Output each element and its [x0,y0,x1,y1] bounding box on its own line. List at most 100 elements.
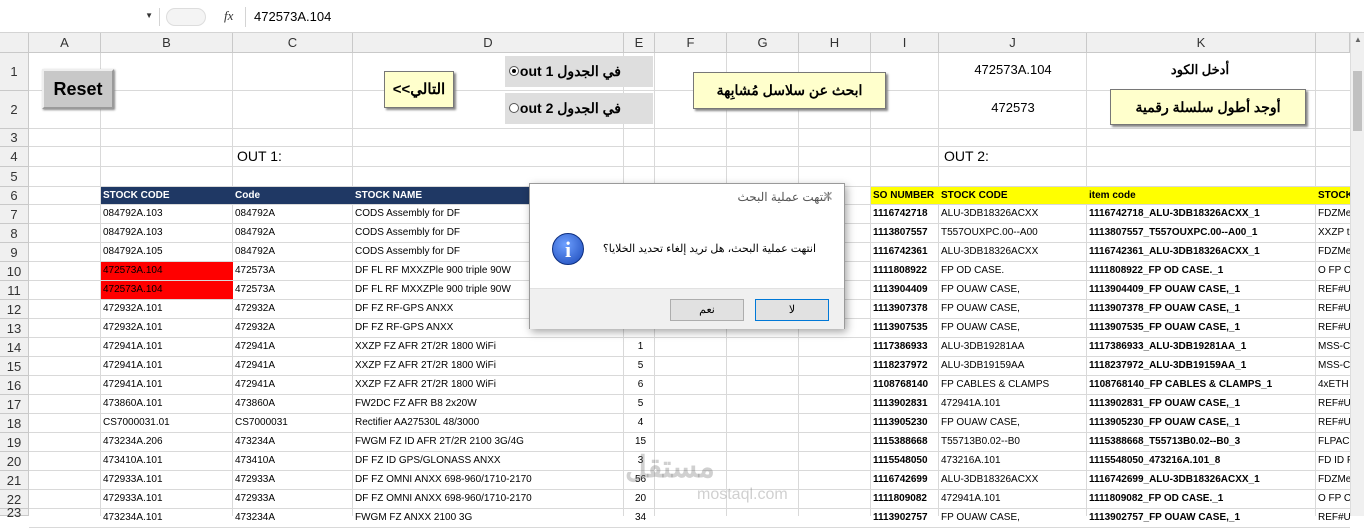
out2-cell[interactable]: 1111808922 [871,262,939,280]
scroll-thumb[interactable] [1353,71,1362,131]
out2-header-cell[interactable]: SO NUMBER [871,187,939,204]
out1-cell[interactable]: 472932A.101 [101,300,233,318]
out1-cell[interactable]: DF FZ ID GPS/GLONASS ANXX [353,452,624,470]
column-header-j[interactable]: J [939,33,1087,53]
out2-cell[interactable]: 1116742699 [871,471,939,489]
name-box[interactable]: ▼ [0,8,160,26]
out1-cell[interactable]: 472573A.104 [101,281,233,299]
out2-cell[interactable]: 1113902757_FP OUAW CASE,_1 [1087,509,1316,527]
out1-cell[interactable]: 473860A.101 [101,395,233,413]
row-header-18[interactable]: 18 [0,414,29,433]
row-header-12[interactable]: 12 [0,300,29,319]
out2-cell[interactable]: 1116742699_ALU-3DB18326ACXX_1 [1087,471,1316,489]
row-header-6[interactable]: 6 [0,187,29,205]
out2-cell[interactable]: ALU-3DB18326ACXX [939,243,1087,261]
out2-cell[interactable]: ALU-3DB18326ACXX [939,471,1087,489]
out1-cell[interactable]: 472933A.101 [101,490,233,508]
out1-cell[interactable]: 6 [624,376,655,394]
out1-cell[interactable]: 084792A.103 [101,205,233,223]
out2-cell[interactable]: FDZMe [1316,243,1350,261]
yes-button[interactable]: نعم [670,299,744,321]
reset-button[interactable]: Reset [42,69,114,109]
out1-cell[interactable]: DF FZ OMNI ANXX 698-960/1710-2170 [353,471,624,489]
out1-cell[interactable]: 15 [624,433,655,451]
out2-cell[interactable]: T55713B0.02--B0 [939,433,1087,451]
out2-cell[interactable]: FLPAC [1316,433,1350,451]
out2-cell[interactable]: 1116742361 [871,243,939,261]
out2-cell[interactable]: 1115388668 [871,433,939,451]
out2-cell[interactable]: O FP C [1316,262,1350,280]
out2-cell[interactable]: MSS-C [1316,357,1350,375]
row-header-4[interactable]: 4 [0,147,29,167]
column-header-k[interactable]: K [1087,33,1316,53]
out1-cell[interactable]: 4 [624,414,655,432]
out1-cell[interactable]: 472933A [233,471,353,489]
out1-cell[interactable]: 472932A [233,300,353,318]
out2-cell[interactable]: 1108768140 [871,376,939,394]
out1-cell[interactable]: 472941A.101 [101,338,233,356]
out2-cell[interactable]: 1113907378_FP OUAW CASE,_1 [1087,300,1316,318]
out2-cell[interactable]: 1113904409_FP OUAW CASE,_1 [1087,281,1316,299]
row-header-3[interactable]: 3 [0,129,29,147]
out1-cell[interactable]: 472941A.101 [101,376,233,394]
out2-cell[interactable]: REF#U [1316,509,1350,527]
out2-cell[interactable]: O FP C [1316,490,1350,508]
column-header-b[interactable]: B [101,33,233,53]
out2-cell[interactable]: 472941A.101 [939,490,1087,508]
out2-cell[interactable]: 1113907535 [871,319,939,337]
out2-cell[interactable]: FP OUAW CASE, [939,509,1087,527]
out2-cell[interactable]: REF#U [1316,281,1350,299]
row-header-15[interactable]: 15 [0,357,29,376]
row-header-9[interactable]: 9 [0,243,29,262]
out1-cell[interactable]: 472933A.101 [101,471,233,489]
row-header-13[interactable]: 13 [0,319,29,338]
out2-cell[interactable]: 1116742718_ALU-3DB18326ACXX_1 [1087,205,1316,223]
out1-cell[interactable]: 1 [624,338,655,356]
out1-cell[interactable]: CS7000031.01 [101,414,233,432]
out2-cell[interactable]: 1113907535_FP OUAW CASE,_1 [1087,319,1316,337]
out1-cell[interactable]: 472573A [233,281,353,299]
column-header-e[interactable]: E [624,33,655,53]
formula-bar-grip[interactable] [166,8,206,26]
out1-cell[interactable]: 473234A [233,433,353,451]
row-header-21[interactable]: 21 [0,471,29,490]
out2-cell[interactable]: 1111809082_FP OD CASE._1 [1087,490,1316,508]
out2-cell[interactable]: FP OD CASE. [939,262,1087,280]
out1-cell[interactable]: FW2DC FZ AFR B8 2x20W [353,395,624,413]
row-header-23[interactable]: 23 [0,506,29,519]
out2-cell[interactable]: 1118237972 [871,357,939,375]
row-header-7[interactable]: 7 [0,205,29,224]
out1-cell[interactable]: 472941A [233,357,353,375]
column-header-c[interactable]: C [233,33,353,53]
out2-cell[interactable]: 1117386933_ALU-3DB19281AA_1 [1087,338,1316,356]
out1-cell[interactable]: XXZP FZ AFR 2T/2R 1800 WiFi [353,338,624,356]
out1-header-cell[interactable]: Code [233,187,353,204]
out2-cell[interactable]: 1113902831 [871,395,939,413]
row-header-16[interactable]: 16 [0,376,29,395]
out2-header-cell[interactable]: STOCK CODE [939,187,1087,204]
out2-cell[interactable]: 1113905230_FP OUAW CASE,_1 [1087,414,1316,432]
row-header-1[interactable]: 1 [0,53,29,91]
out2-cell[interactable]: FP OUAW CASE, [939,319,1087,337]
out2-cell[interactable]: 1108768140_FP CABLES & CLAMPS_1 [1087,376,1316,394]
out2-cell[interactable]: FD ID F [1316,452,1350,470]
out1-cell[interactable]: 084792A.105 [101,243,233,261]
out1-cell[interactable]: 472941A [233,338,353,356]
find-longest-button[interactable]: أوجد أطول سلسلة رقمية [1110,89,1306,125]
out1-cell[interactable]: 084792A [233,243,353,261]
out1-cell[interactable]: 473234A.206 [101,433,233,451]
out2-cell[interactable]: REF#U [1316,414,1350,432]
out1-cell[interactable]: 473234A [233,509,353,527]
code-input-value[interactable]: 472573A.104 [940,60,1086,82]
out1-cell[interactable]: DF FZ OMNI ANXX 698-960/1710-2170 [353,490,624,508]
out1-cell[interactable]: 472941A [233,376,353,394]
out1-cell[interactable]: 34 [624,509,655,527]
out2-cell[interactable]: 1116742361_ALU-3DB18326ACXX_1 [1087,243,1316,261]
out1-cell[interactable]: FWGM FZ ANXX 2100 3G [353,509,624,527]
out2-cell[interactable]: ALU-3DB18326ACXX [939,205,1087,223]
out2-cell[interactable]: REF#U [1316,319,1350,337]
out2-cell[interactable]: 1117386933 [871,338,939,356]
row-header-20[interactable]: 20 [0,452,29,471]
search-similar-button[interactable]: ابحث عن سلاسل مُشابِهة [693,72,886,109]
out1-cell[interactable]: 084792A.103 [101,224,233,242]
